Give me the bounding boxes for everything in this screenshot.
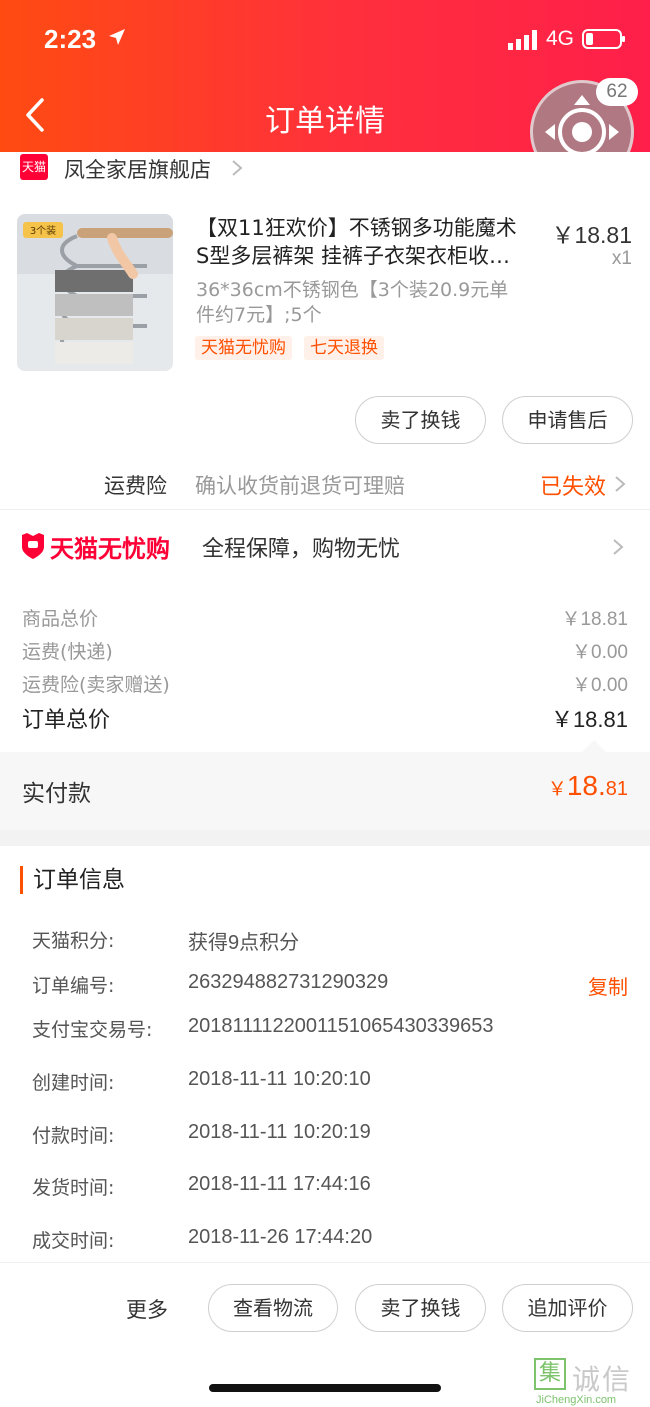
product-title-line-1: 【双11狂欢价】不锈钢多功能魔术 bbox=[196, 216, 517, 240]
info-value: 2018-11-11 17:44:16 bbox=[188, 1173, 371, 1195]
info-key: 天猫积分: bbox=[32, 930, 115, 952]
chevron-right-icon bbox=[232, 160, 243, 176]
product-sku: 36*36cm不锈钢色【3个装20.9元单 件约7元】;5个 bbox=[196, 278, 541, 328]
actual-paid-row: 实付款 ￥18.81 bbox=[0, 752, 650, 830]
info-key: 发货时间: bbox=[32, 1177, 115, 1199]
goods-total-row: 商品总价 ￥18.81 bbox=[22, 604, 628, 631]
order-total-label: 订单总价 bbox=[22, 708, 111, 733]
paid-box-notch bbox=[582, 740, 606, 752]
watermark-text: 诚信 bbox=[572, 1363, 633, 1396]
worry-free-row[interactable]: 天猫无忧购 全程保障，购物无忧 bbox=[0, 511, 650, 581]
info-key: 支付宝交易号: bbox=[32, 1019, 153, 1041]
paid-decimal: 81 bbox=[605, 778, 628, 800]
shop-name: 凤全家居旗舰店 bbox=[64, 158, 211, 182]
shipping-fee-row: 运费(快递) ￥0.00 bbox=[22, 637, 628, 664]
sell-for-cash-button[interactable]: 卖了换钱 bbox=[355, 396, 486, 444]
worry-free-brand: 天猫无忧购 bbox=[50, 535, 170, 563]
info-key: 付款时间: bbox=[32, 1125, 115, 1147]
float-badge: 62 bbox=[596, 78, 638, 106]
info-value: 2018111122001151065430339653 bbox=[188, 1015, 494, 1037]
shipping-insurance-fee-value: ￥0.00 bbox=[572, 675, 628, 696]
watermark-url: JiChengXin.com bbox=[536, 1394, 617, 1406]
insurance-label: 运费险 bbox=[104, 474, 167, 498]
view-logistics-button[interactable]: 查看物流 bbox=[208, 1284, 338, 1332]
product-sku-line-2: 件约7元】;5个 bbox=[196, 304, 322, 326]
shop-row[interactable]: 天猫 凤全家居旗舰店 bbox=[0, 152, 650, 192]
actual-paid-amount: ￥18.81 bbox=[548, 770, 628, 802]
product-title[interactable]: 【双11狂欢价】不锈钢多功能魔术 S型多层裤架 挂裤子衣架衣柜收… bbox=[196, 214, 541, 270]
info-key: 成交时间: bbox=[32, 1230, 115, 1252]
network-type: 4G bbox=[546, 27, 575, 50]
product-sku-line-1: 36*36cm不锈钢色【3个装20.9元单 bbox=[196, 279, 509, 301]
more-button[interactable]: 更多 bbox=[126, 1294, 168, 1324]
chevron-right-icon bbox=[615, 476, 626, 492]
insurance-description: 确认收货前退货可理赔 bbox=[195, 474, 405, 498]
worry-free-description: 全程保障，购物无忧 bbox=[202, 537, 401, 562]
order-info-title: 订单信息 bbox=[20, 866, 125, 894]
watermark: 集 诚信 JiChengXin.com bbox=[534, 1358, 650, 1407]
location-arrow-icon bbox=[109, 29, 125, 45]
info-value: 263294882731290329 bbox=[188, 971, 389, 993]
trouser-hanger-image: 3个装 bbox=[17, 214, 173, 371]
copy-order-number-button[interactable]: 复制 bbox=[588, 971, 628, 1000]
product-title-line-2: S型多层裤架 挂裤子衣架衣柜收… bbox=[196, 244, 511, 268]
tmall-logo-icon: 天猫 bbox=[20, 154, 48, 180]
paid-integer: 18. bbox=[566, 770, 606, 801]
add-review-button[interactable]: 追加评价 bbox=[502, 1284, 633, 1332]
shipping-insurance-row[interactable]: 运费险 确认收货前退货可理赔 已失效 bbox=[0, 458, 650, 510]
goods-total-label: 商品总价 bbox=[22, 608, 99, 630]
order-total-value: ￥18.81 bbox=[550, 707, 628, 732]
shipping-insurance-fee-row: 运费险(卖家赠送) ￥0.00 bbox=[22, 670, 628, 697]
after-sale-button[interactable]: 申请售后 bbox=[502, 396, 633, 444]
sell-for-cash-bottom-button[interactable]: 卖了换钱 bbox=[355, 1284, 486, 1332]
info-key: 创建时间: bbox=[32, 1072, 115, 1094]
info-value: 2018-11-11 10:20:19 bbox=[188, 1121, 371, 1143]
shipping-fee-label: 运费(快递) bbox=[22, 641, 113, 663]
info-value: 2018-11-11 10:20:10 bbox=[188, 1068, 371, 1090]
info-value: 2018-11-26 17:44:20 bbox=[188, 1226, 373, 1248]
goods-total-value: ￥18.81 bbox=[561, 609, 628, 630]
tmall-cat-shield-icon bbox=[22, 533, 44, 559]
service-tag-7day-return: 七天退换 bbox=[304, 336, 384, 360]
battery-icon bbox=[582, 29, 625, 49]
product-price: ￥18.81 bbox=[551, 222, 632, 248]
chevron-right-icon bbox=[613, 539, 624, 555]
insurance-status: 已失效 bbox=[539, 475, 606, 500]
shipping-insurance-fee-label: 运费险(卖家赠送) bbox=[22, 674, 170, 696]
section-divider bbox=[0, 830, 650, 846]
signal-icon bbox=[508, 30, 537, 50]
status-time: 2:23 bbox=[44, 24, 97, 54]
service-tag-worry-free: 天猫无忧购 bbox=[195, 336, 292, 360]
order-total-row: 订单总价 ￥18.81 bbox=[22, 702, 628, 734]
paid-currency: ￥ bbox=[547, 779, 567, 800]
info-key: 订单编号: bbox=[32, 975, 115, 997]
actual-paid-label: 实付款 bbox=[22, 781, 91, 807]
product-image[interactable]: 3个装 bbox=[17, 214, 173, 371]
image-tag: 3个装 bbox=[30, 224, 56, 237]
product-quantity: x1 bbox=[611, 248, 632, 269]
watermark-logo: 集 bbox=[534, 1358, 566, 1390]
home-indicator[interactable] bbox=[209, 1384, 441, 1392]
info-value: 获得9点积分 bbox=[188, 932, 300, 954]
shipping-fee-value: ￥0.00 bbox=[572, 642, 628, 663]
